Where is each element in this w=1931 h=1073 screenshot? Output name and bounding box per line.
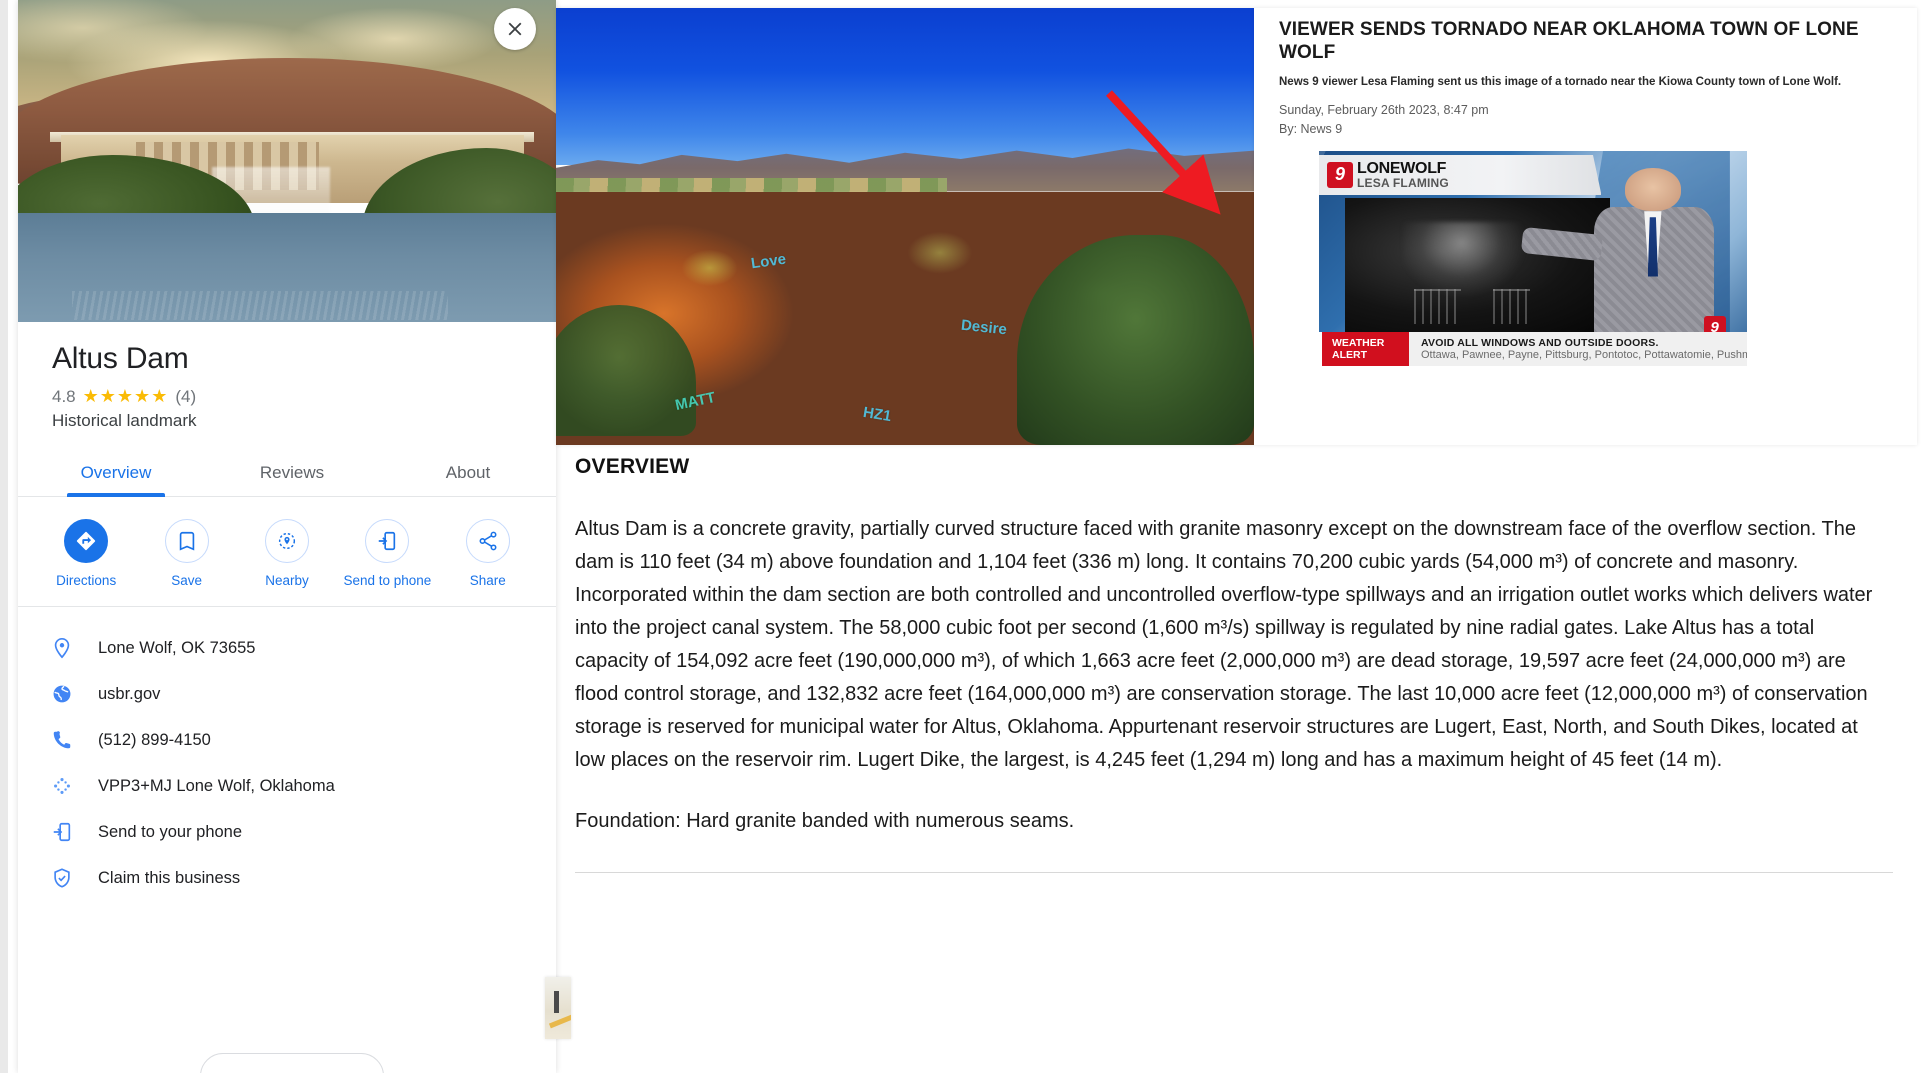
- claim-business-text: Claim this business: [98, 868, 241, 887]
- alert-ticker: Ottawa, Pawnee, Payne, Pittsburg, Pontot…: [1421, 348, 1747, 361]
- lake-altus-photo[interactable]: Love Desire MATT HZ1: [556, 8, 1254, 445]
- plus-code-text: VPP3+MJ Lone Wolf, Oklahoma: [98, 776, 335, 795]
- broadcast-credit: LESA FLAMING: [1357, 175, 1449, 190]
- news-byline: By: News 9: [1279, 122, 1343, 137]
- directions-label: Directions: [56, 573, 117, 588]
- rating-value: 4.8: [52, 386, 76, 406]
- save-label: Save: [171, 573, 202, 588]
- send-to-phone-text: Send to your phone: [98, 822, 243, 841]
- overview-paragraph-2: Foundation: Hard granite banded with num…: [575, 810, 1075, 832]
- plus-code-icon: [48, 775, 76, 797]
- star-rating-icon: ★★★★★: [82, 386, 169, 406]
- directions-button[interactable]: Directions: [40, 519, 132, 590]
- review-count[interactable]: (4): [175, 387, 196, 407]
- share-icon: [465, 519, 510, 563]
- directions-icon: [64, 519, 109, 563]
- send-to-phone-icon: [365, 519, 410, 563]
- phone-icon: [48, 729, 76, 751]
- globe-icon: [48, 683, 76, 705]
- nearby-button[interactable]: Nearby: [241, 519, 333, 590]
- channel-9-badge: 9: [1327, 161, 1353, 188]
- info-row-phone[interactable]: (512) 899-4150: [18, 717, 556, 763]
- broadcast-screenshot[interactable]: 9 LONEWOLF LESA FLAMING 9 8:14 62° WEATH…: [1319, 150, 1747, 366]
- broadcast-location: LONEWOLF: [1357, 159, 1447, 177]
- place-info-list: Lone Wolf, OK 73655 usbr.gov (512) 899-4…: [18, 607, 556, 901]
- share-button[interactable]: Share: [442, 519, 534, 590]
- place-category: Historical landmark: [52, 411, 197, 430]
- alert-tag-line-2: ALERT: [1332, 348, 1367, 361]
- tab-about[interactable]: About: [380, 451, 556, 496]
- send-to-phone-button[interactable]: Send to phone: [341, 519, 433, 590]
- address-text: Lone Wolf, OK 73655: [98, 638, 256, 657]
- weather-alert-bar: WEATHER ALERT AVOID ALL WINDOWS AND OUTS…: [1319, 331, 1747, 366]
- page-title: Altus Dam: [52, 342, 189, 375]
- overview-paragraph-1: Altus Dam is a concrete gravity, partial…: [575, 518, 1873, 771]
- news-headline: VIEWER SENDS TORNADO NEAR OKLAHOMA TOWN …: [1279, 19, 1859, 64]
- info-row-send-to-phone[interactable]: Send to your phone: [18, 809, 556, 855]
- screen: Altus Dam 4.8 ★★★★★ (4) Historical landm…: [0, 0, 1931, 1073]
- tornado-video-frame: [1344, 198, 1611, 332]
- alert-tag-line-1: WEATHER: [1332, 336, 1385, 349]
- news-summary: News 9 viewer Lesa Flaming sent us this …: [1279, 76, 1842, 89]
- nearby-icon: [264, 519, 309, 563]
- altus-dam-photo: [18, 0, 556, 322]
- share-label: Share: [469, 573, 506, 588]
- overview-section: OVERVIEW Altus Dam is a concrete gravity…: [575, 455, 1893, 873]
- website-text: usbr.gov: [98, 684, 161, 703]
- send-to-phone-icon: [48, 821, 76, 843]
- phone-text: (512) 899-4150: [98, 730, 211, 749]
- info-row-claim-business[interactable]: Claim this business: [18, 855, 556, 901]
- location-pin-icon: [48, 637, 76, 659]
- tab-overview[interactable]: Overview: [28, 451, 204, 497]
- news-date: Sunday, February 26th 2023, 8:47 pm: [1279, 103, 1489, 118]
- background-thumbnail[interactable]: [545, 977, 571, 1039]
- send-to-phone-label: Send to phone: [343, 573, 432, 588]
- place-tabs: Overview Reviews About: [18, 451, 556, 497]
- broadcast-lower-third: 9 LONEWOLF LESA FLAMING: [1319, 154, 1602, 195]
- secondary-action-button[interactable]: [200, 1053, 384, 1073]
- info-row-plus-code[interactable]: VPP3+MJ Lone Wolf, Oklahoma: [18, 763, 556, 809]
- close-icon[interactable]: [494, 8, 536, 50]
- weather-alert-body: AVOID ALL WINDOWS AND OUTSIDE DOORS. Ott…: [1409, 332, 1747, 366]
- place-hero-image[interactable]: [18, 0, 556, 322]
- info-row-address[interactable]: Lone Wolf, OK 73655: [18, 625, 556, 671]
- tab-reviews[interactable]: Reviews: [204, 451, 380, 496]
- info-row-website[interactable]: usbr.gov: [18, 671, 556, 717]
- overview-heading: OVERVIEW: [575, 455, 690, 478]
- weather-alert-tag: WEATHER ALERT: [1319, 331, 1409, 366]
- news-article-card: VIEWER SENDS TORNADO NEAR OKLAHOMA TOWN …: [1254, 8, 1917, 445]
- red-arrow-annotation: [1106, 89, 1221, 215]
- nearby-label: Nearby: [265, 573, 309, 588]
- alert-headline: AVOID ALL WINDOWS AND OUTSIDE DOORS.: [1421, 336, 1659, 349]
- bookmark-icon: [164, 519, 209, 563]
- shield-check-icon: [48, 867, 76, 889]
- place-details-panel: Altus Dam 4.8 ★★★★★ (4) Historical landm…: [18, 0, 556, 1073]
- section-divider: [575, 872, 1893, 873]
- rating-row: 4.8 ★★★★★ (4): [18, 376, 556, 407]
- save-button[interactable]: Save: [141, 519, 233, 590]
- action-buttons: Directions Save Nearby Send to phone Sha…: [18, 497, 556, 608]
